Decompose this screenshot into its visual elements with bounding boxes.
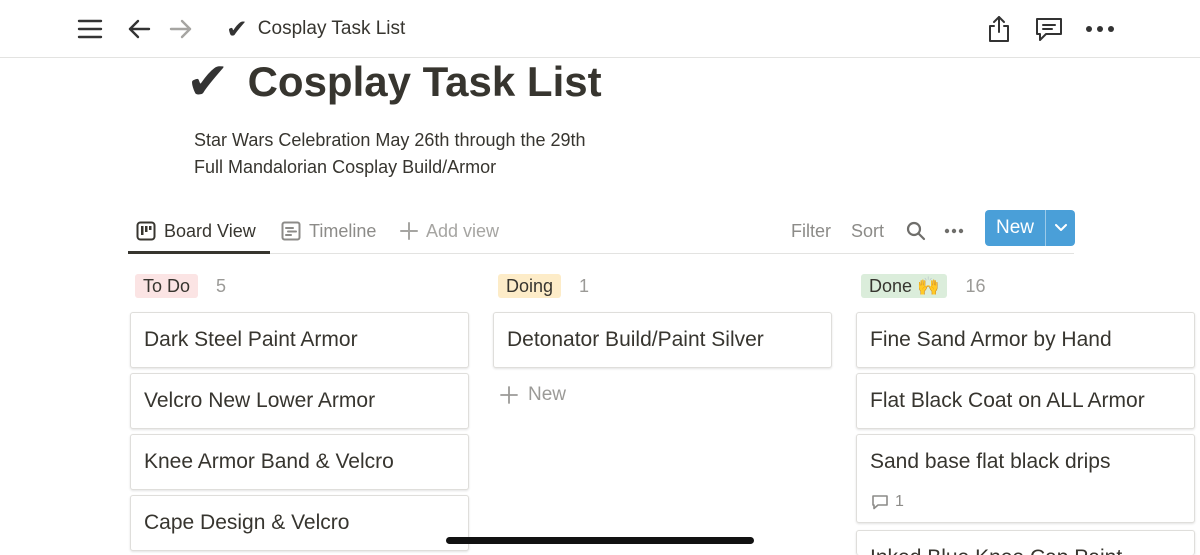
- task-card[interactable]: Flat Black Coat on ALL Armor: [856, 373, 1195, 429]
- sort-button[interactable]: Sort: [851, 216, 884, 246]
- task-card[interactable]: Inked Blue Knee Cap Paint: [856, 530, 1195, 555]
- column-count: 1: [579, 275, 590, 296]
- check-icon: ✔: [186, 53, 230, 111]
- comment-count: 1: [871, 493, 904, 511]
- plus-icon: [400, 222, 418, 240]
- new-card-label: New: [528, 384, 567, 405]
- timeline-icon: [281, 221, 301, 241]
- home-indicator: [446, 537, 754, 544]
- column-count: 16: [965, 275, 986, 296]
- plus-icon: [500, 380, 518, 411]
- column-count: 5: [216, 275, 227, 296]
- column-header-todo: To Do 5: [135, 274, 226, 298]
- breadcrumb-title: Cosplay Task List: [257, 18, 406, 39]
- task-card[interactable]: Knee Armor Band & Velcro: [130, 434, 469, 490]
- column-header-doing: Doing 1: [498, 274, 589, 298]
- new-button-label: New: [995, 217, 1034, 238]
- more-options-icon[interactable]: [944, 216, 964, 246]
- task-card[interactable]: Dark Steel Paint Armor: [130, 312, 469, 368]
- new-button[interactable]: New: [985, 210, 1075, 246]
- share-icon[interactable]: [984, 14, 1014, 44]
- task-card-title: Sand base flat black drips: [870, 450, 1111, 473]
- tab-board-label: Board View: [164, 220, 256, 241]
- task-card-with-comment[interactable]: Sand base flat black drips 1: [856, 434, 1195, 523]
- active-tab-indicator: [128, 251, 270, 254]
- search-icon[interactable]: [906, 216, 926, 246]
- page-description-line: Full Mandalorian Cosplay Build/Armor: [194, 157, 497, 177]
- more-icon[interactable]: [1085, 14, 1115, 44]
- filter-button[interactable]: Filter: [791, 216, 831, 246]
- comment-count-value: 1: [895, 493, 904, 510]
- view-tabs-bar: Board View Timeline Add view Filter Sort…: [128, 208, 1075, 254]
- top-bar: ✔ Cosplay Task List: [0, 0, 1200, 58]
- task-card[interactable]: Fine Sand Armor by Hand: [856, 312, 1195, 368]
- task-card[interactable]: Detonator Build/Paint Silver: [493, 312, 832, 368]
- check-icon: ✔: [226, 13, 248, 44]
- back-arrow-icon[interactable]: [124, 14, 154, 44]
- status-tag[interactable]: To Do: [135, 274, 199, 298]
- chevron-down-icon[interactable]: [1046, 224, 1075, 232]
- column-header-done: Done 🙌 16: [861, 274, 985, 298]
- task-card[interactable]: Velcro New Lower Armor: [130, 373, 469, 429]
- tab-timeline-label: Timeline: [309, 220, 377, 241]
- tab-timeline[interactable]: Timeline: [281, 216, 376, 246]
- new-card-button[interactable]: New: [500, 383, 566, 407]
- comment-icon[interactable]: [1034, 14, 1064, 44]
- tab-board-view[interactable]: Board View: [136, 216, 256, 246]
- add-view-button[interactable]: Add view: [400, 216, 499, 246]
- status-tag[interactable]: Done 🙌: [861, 274, 948, 298]
- comment-icon: [872, 495, 888, 510]
- menu-icon[interactable]: [75, 14, 105, 44]
- page-description-line: Star Wars Celebration May 26th through t…: [194, 130, 586, 150]
- status-tag[interactable]: Doing: [498, 274, 562, 298]
- page-title-text: Cosplay Task List: [247, 58, 602, 105]
- add-view-label: Add view: [426, 220, 500, 241]
- task-card[interactable]: Cape Design & Velcro: [130, 495, 469, 551]
- forward-arrow-icon[interactable]: [166, 14, 196, 44]
- breadcrumb[interactable]: ✔ Cosplay Task List: [226, 13, 406, 44]
- page-title: ✔ Cosplay Task List: [186, 52, 602, 112]
- board-icon: [136, 221, 156, 241]
